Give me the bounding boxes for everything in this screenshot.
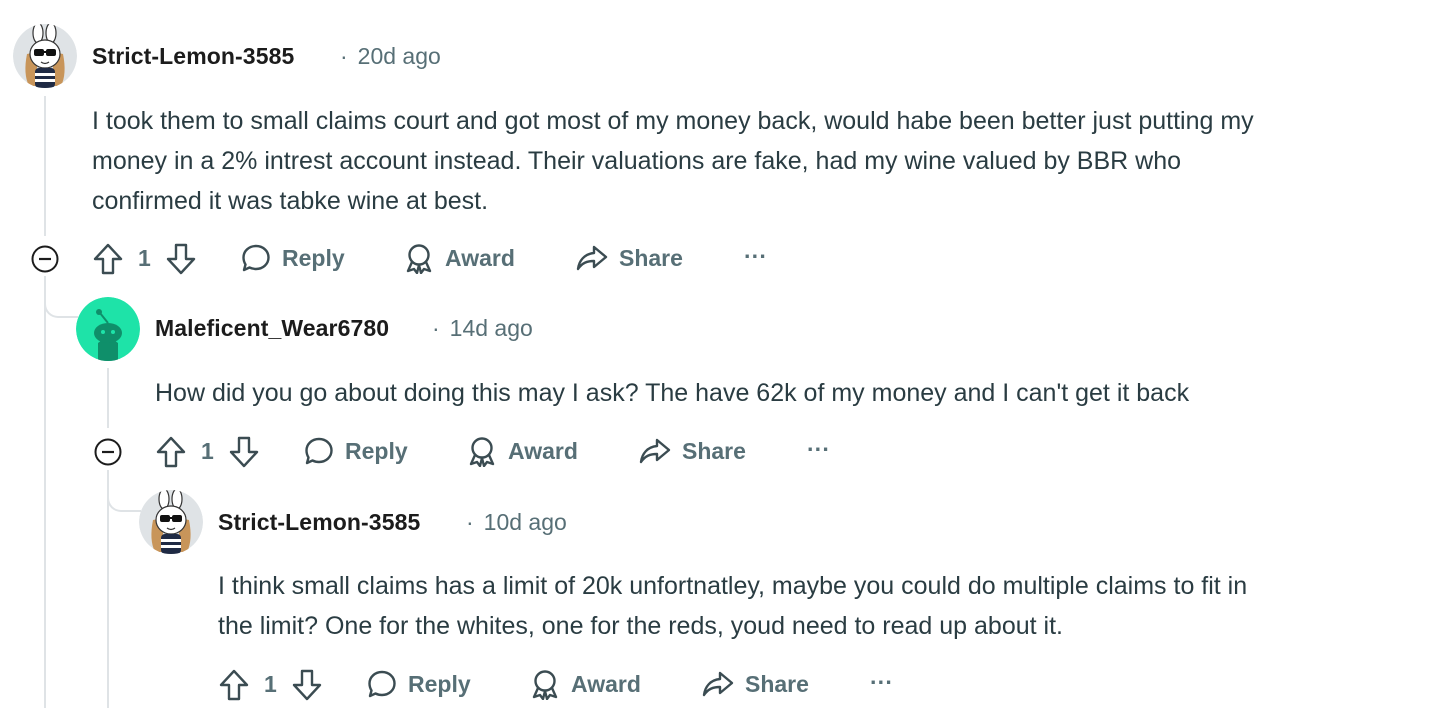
downvote-icon[interactable] — [291, 668, 323, 702]
comment-timestamp[interactable]: · 10d ago — [466, 509, 567, 536]
comment-body: How did you go about doing this may I as… — [155, 373, 1189, 413]
more-options-icon: ··· — [744, 242, 767, 269]
upvote-icon[interactable] — [92, 242, 124, 276]
award-label: Award — [508, 437, 578, 464]
comment-body: I think small claims has a limit of 20k … — [218, 566, 1247, 646]
award-icon — [469, 437, 495, 467]
award-label: Award — [571, 670, 641, 697]
share-label: Share — [745, 670, 809, 697]
award-icon — [532, 670, 558, 700]
thread-line-level-1 — [44, 96, 46, 236]
bunny-sunglasses-icon — [13, 24, 77, 88]
comment-line: How did you go about doing this may I as… — [155, 379, 1190, 407]
award-icon — [406, 244, 432, 274]
share-arrow-icon — [576, 245, 608, 271]
downvote-icon[interactable] — [165, 242, 197, 276]
award-button[interactable]: Award — [403, 240, 515, 276]
comment-author[interactable]: Strict-Lemon-3585 — [218, 509, 420, 536]
share-arrow-icon — [639, 438, 671, 464]
comment-line: confirmed it was tabke wine at best. — [92, 187, 489, 215]
share-label: Share — [619, 244, 683, 271]
downvote-icon[interactable] — [228, 435, 260, 469]
bunny-sunglasses-icon — [139, 490, 203, 554]
reply-button[interactable]: Reply — [303, 433, 408, 469]
vote-count: 1 — [201, 438, 214, 464]
thread-line-level-2 — [107, 368, 109, 428]
collapse-thread-icon[interactable] — [30, 244, 60, 274]
more-options-button[interactable]: ··· — [807, 431, 830, 467]
reply-label: Reply — [345, 437, 408, 464]
reply-button[interactable]: Reply — [240, 240, 345, 276]
meta-separator: · — [340, 43, 348, 69]
share-label: Share — [682, 437, 746, 464]
more-options-button[interactable]: ··· — [744, 238, 767, 274]
thread-elbow-reply-2 — [107, 472, 141, 512]
thread-line-level-1-continued — [44, 276, 46, 708]
comment-time: 20d ago — [357, 43, 441, 69]
meta-separator: · — [432, 315, 440, 341]
comment-time: 10d ago — [483, 509, 567, 535]
share-button[interactable]: Share — [638, 433, 746, 469]
more-options-button[interactable]: ··· — [870, 664, 893, 700]
reply-label: Reply — [282, 244, 345, 271]
vote-count: 1 — [138, 245, 151, 271]
comment-bubble-icon — [305, 437, 333, 465]
comment-timestamp[interactable]: · 20d ago — [340, 43, 441, 70]
comment-line: I took them to small claims court and go… — [92, 107, 1254, 135]
comment-author[interactable]: Maleficent_Wear6780 — [155, 315, 389, 342]
snoo-icon — [76, 297, 140, 361]
user-avatar-snoo[interactable] — [76, 297, 140, 361]
share-arrow-icon — [702, 671, 734, 697]
thread-elbow-reply-1 — [44, 278, 78, 318]
award-button[interactable]: Award — [529, 666, 641, 702]
upvote-icon[interactable] — [218, 668, 250, 702]
meta-separator: · — [466, 509, 474, 535]
comment-time: 14d ago — [449, 315, 533, 341]
comment-body: I took them to small claims court and go… — [92, 101, 1254, 221]
reply-label: Reply — [408, 670, 471, 697]
more-options-icon: ··· — [870, 668, 893, 695]
share-button[interactable]: Share — [575, 240, 683, 276]
comment-line: I think small claims has a limit of 20k … — [218, 572, 1248, 600]
award-button[interactable]: Award — [466, 433, 578, 469]
award-label: Award — [445, 244, 515, 271]
comment-line: money in a 2% intrest account instead. T… — [92, 147, 1182, 175]
share-button[interactable]: Share — [701, 666, 809, 702]
comment-bubble-icon — [368, 670, 396, 698]
user-avatar-bunny[interactable] — [13, 24, 77, 88]
reply-button[interactable]: Reply — [366, 666, 471, 702]
user-avatar-bunny[interactable] — [139, 490, 203, 554]
comment-bubble-icon — [242, 244, 270, 272]
vote-count: 1 — [264, 671, 277, 697]
upvote-icon[interactable] — [155, 435, 187, 469]
more-options-icon: ··· — [807, 435, 830, 462]
comment-author[interactable]: Strict-Lemon-3585 — [92, 43, 294, 70]
comment-line: the limit? One for the whites, one for t… — [218, 612, 1063, 640]
collapse-thread-icon[interactable] — [93, 437, 123, 467]
comment-timestamp[interactable]: · 14d ago — [432, 315, 533, 342]
